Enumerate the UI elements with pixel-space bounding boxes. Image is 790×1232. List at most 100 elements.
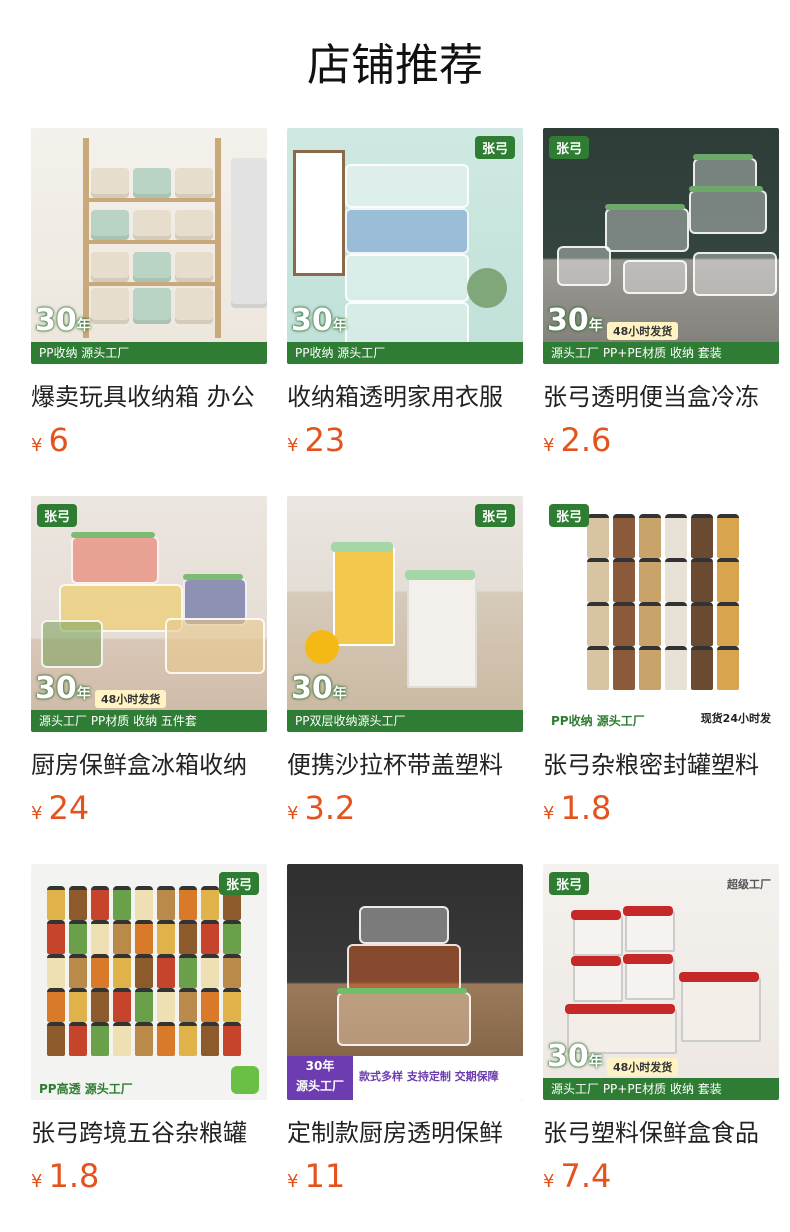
product-price: ¥11 <box>287 1157 346 1195</box>
years-badge: 30年 <box>547 1039 603 1074</box>
product-image[interactable]: 超级工厂 张弓 30年 48小时发货 源头工厂 PP+PE材质 收纳 套装 <box>543 864 779 1100</box>
jar-graphic <box>179 954 197 988</box>
jar-graphic <box>47 954 65 988</box>
product-name[interactable]: 爆卖玩具收纳箱 办公 <box>31 380 267 414</box>
product-card[interactable]: 张弓 PP高透 源头工厂 张弓跨境五谷杂粮罐 ¥1.8 <box>31 864 267 1196</box>
product-name[interactable]: 张弓杂粮密封罐塑料 <box>543 748 779 782</box>
jar-graphic <box>69 1022 87 1056</box>
product-image[interactable]: 张弓 30年 PP收纳 源头工厂 <box>287 128 523 364</box>
jar-graphic <box>201 886 219 920</box>
jar-graphic <box>157 1022 175 1056</box>
years-badge: 30年 <box>35 303 91 338</box>
product-card[interactable]: 30年 源头工厂 款式多样 支持定制 交期保障 定制款厨房透明保鲜 ¥11 <box>287 864 523 1196</box>
jar-graphic <box>157 954 175 988</box>
product-image[interactable]: 张弓 30年 48小时发货 源头工厂 PP+PE材质 收纳 套装 <box>543 128 779 364</box>
jar-graphic <box>665 558 687 602</box>
product-name[interactable]: 便携沙拉杯带盖塑料 <box>287 748 523 782</box>
product-card[interactable]: 张弓 30年 PP收纳 源头工厂 收纳箱透明家用衣服 ¥23 <box>287 128 523 460</box>
product-card[interactable]: 张弓 30年 48小时发货 源头工厂 PP+PE材质 收纳 套装 张弓透明便当盒… <box>543 128 779 460</box>
jar-graphic <box>135 954 153 988</box>
jar-graphic <box>665 514 687 558</box>
feature-strip: 源头工厂 PP+PE材质 收纳 套装 <box>543 342 779 364</box>
brand-logo: 张弓 <box>549 136 590 159</box>
jar-graphic <box>91 1022 109 1056</box>
product-card[interactable]: 张弓 30年 PP双层收纳源头工厂 便携沙拉杯带盖塑料 ¥3.2 <box>287 496 523 828</box>
product-name[interactable]: 张弓塑料保鲜盒食品 <box>543 1116 779 1150</box>
feature-strip: PP双层收纳源头工厂 <box>287 710 523 732</box>
product-image[interactable]: 张弓 30年 48小时发货 源头工厂 PP材质 收纳 五件套 <box>31 496 267 732</box>
jar-graphic <box>91 886 109 920</box>
jar-graphic <box>665 602 687 646</box>
product-price: ¥3.2 <box>287 789 356 827</box>
jar-graphic <box>613 646 635 690</box>
product-price: ¥2.6 <box>543 421 612 459</box>
shipping-note: 现货24小时发 <box>700 712 771 725</box>
promo-banner: 30年 源头工厂 款式多样 支持定制 交期保障 <box>287 1056 523 1100</box>
jar-graphic <box>717 558 739 602</box>
product-name[interactable]: 张弓透明便当盒冷冻 <box>543 380 779 414</box>
jar-graphic <box>157 920 175 954</box>
jar-graphic <box>69 988 87 1022</box>
years-badge: 30年 <box>547 303 603 338</box>
brand-logo: 张弓 <box>549 872 590 895</box>
shipping-tag: 48小时发货 <box>607 322 679 340</box>
currency-symbol: ¥ <box>543 1171 555 1192</box>
product-card[interactable]: 30年 PP收纳 源头工厂 爆卖玩具收纳箱 办公 ¥6 <box>31 128 267 460</box>
jar-graphic <box>587 646 609 690</box>
jar-graphic <box>91 988 109 1022</box>
feature-strip: 源头工厂 PP材质 收纳 五件套 <box>31 710 267 732</box>
product-card[interactable]: 超级工厂 张弓 30年 48小时发货 源头工厂 PP+PE材质 收纳 套装 张弓… <box>543 864 779 1196</box>
brand-logo: 张弓 <box>474 136 515 159</box>
jar-graphic <box>639 558 661 602</box>
product-name[interactable]: 张弓跨境五谷杂粮罐 <box>31 1116 267 1150</box>
product-image[interactable]: 张弓 PP收纳 源头工厂 现货24小时发 <box>543 496 779 732</box>
jar-graphic <box>665 646 687 690</box>
product-name[interactable]: 定制款厨房透明保鲜 <box>287 1116 523 1150</box>
product-name[interactable]: 收纳箱透明家用衣服 <box>287 380 523 414</box>
jar-graphic <box>691 602 713 646</box>
jar-graphic <box>587 558 609 602</box>
product-price: ¥7.4 <box>543 1157 612 1195</box>
jar-graphic <box>639 646 661 690</box>
currency-symbol: ¥ <box>543 803 555 824</box>
jar-graphic <box>587 514 609 558</box>
jar-graphic <box>613 602 635 646</box>
jar-graphic <box>135 988 153 1022</box>
shipping-tag: 48小时发货 <box>607 1058 679 1076</box>
jar-graphic <box>613 514 635 558</box>
jar-graphic <box>691 558 713 602</box>
jar-graphic <box>201 954 219 988</box>
currency-symbol: ¥ <box>287 435 299 456</box>
jar-graphic <box>47 920 65 954</box>
product-name[interactable]: 厨房保鲜盒冰箱收纳 <box>31 748 267 782</box>
jar-graphic <box>135 1022 153 1056</box>
jar-graphic <box>223 954 241 988</box>
jar-graphic <box>47 1022 65 1056</box>
product-image[interactable]: 30年 PP收纳 源头工厂 <box>31 128 267 364</box>
factory-label: 超级工厂 <box>727 878 771 891</box>
product-card[interactable]: 张弓 30年 48小时发货 源头工厂 PP材质 收纳 五件套 厨房保鲜盒冰箱收纳… <box>31 496 267 828</box>
jar-graphic <box>691 514 713 558</box>
years-badge: 30年 <box>35 671 91 706</box>
jar-graphic <box>639 514 661 558</box>
jar-graphic <box>201 988 219 1022</box>
jar-graphic <box>69 954 87 988</box>
product-image[interactable]: 张弓 30年 PP双层收纳源头工厂 <box>287 496 523 732</box>
brand-logo: 张弓 <box>474 504 515 527</box>
product-image[interactable]: 30年 源头工厂 款式多样 支持定制 交期保障 <box>287 864 523 1100</box>
product-image[interactable]: 张弓 PP高透 源头工厂 <box>31 864 267 1100</box>
jar-graphic <box>223 920 241 954</box>
jar-graphic <box>717 602 739 646</box>
jar-graphic <box>113 954 131 988</box>
jar-graphic <box>69 920 87 954</box>
currency-symbol: ¥ <box>287 803 299 824</box>
product-price: ¥6 <box>31 421 69 459</box>
product-card[interactable]: 张弓 PP收纳 源头工厂 现货24小时发 张弓杂粮密封罐塑料 ¥1.8 <box>543 496 779 828</box>
years-badge: 30年 <box>291 303 347 338</box>
brand-logo: 张弓 <box>37 504 78 527</box>
jar-graphic <box>587 602 609 646</box>
jar-graphic <box>47 886 65 920</box>
product-price: ¥1.8 <box>31 1157 100 1195</box>
years-badge: 30年 <box>291 671 347 706</box>
feature-strip: PP收纳 源头工厂 <box>31 342 267 364</box>
